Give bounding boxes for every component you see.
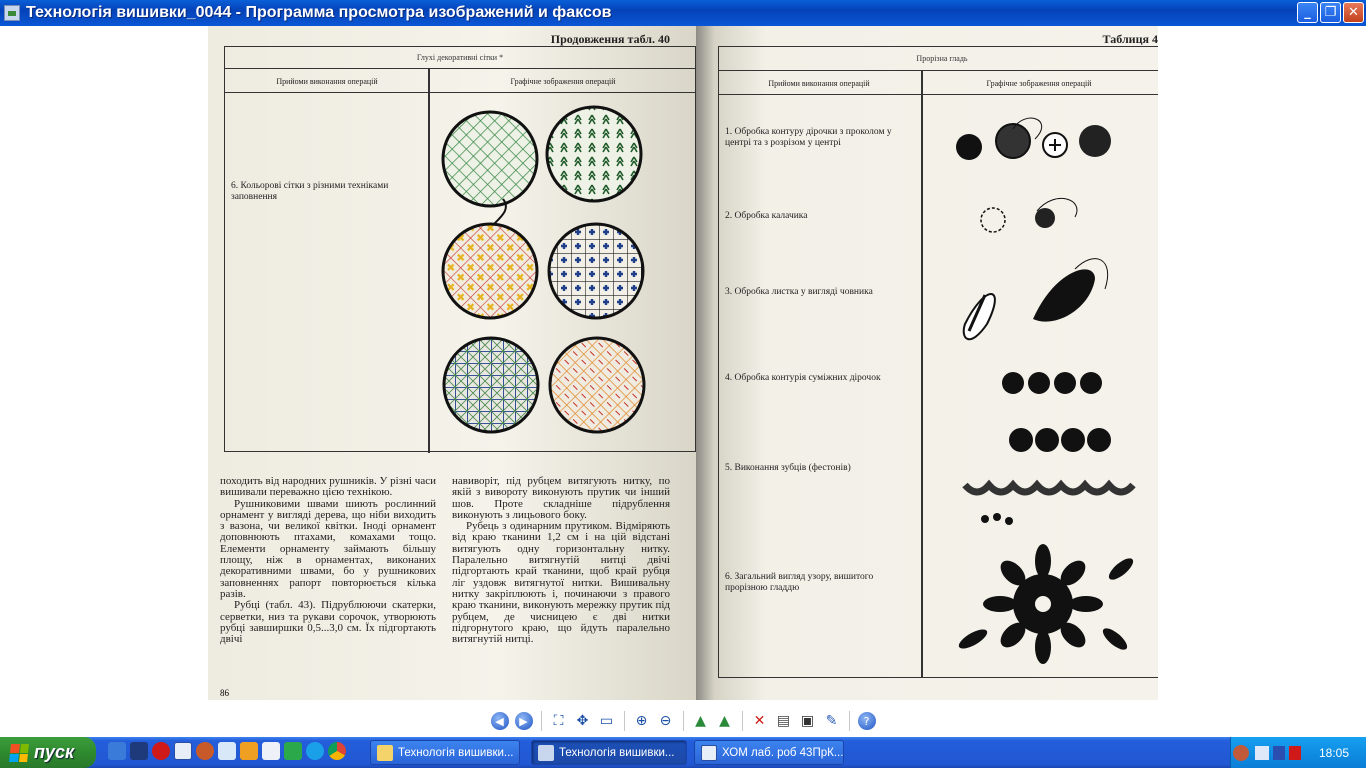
left-col2-header: Графічне зображення операцій (510, 77, 616, 86)
window-title: Технологія вишивки_0044 - Программа прос… (26, 4, 612, 21)
page-number: 86 (220, 688, 229, 698)
antivirus-icon[interactable] (1289, 745, 1301, 760)
taskbar-item[interactable]: Технологія вишивки... (370, 740, 520, 765)
cutwork-illustration (956, 117, 1136, 664)
rotate-cw-icon[interactable]: ▲ (690, 710, 712, 732)
image-viewer-icon (538, 744, 554, 761)
taskbar: пуск Технологія вишивки... Технологія ви… (0, 737, 1366, 768)
right-table-title: Прорізна гладь (719, 47, 1158, 71)
start-label: пуск (34, 742, 75, 762)
taskbar-item-active[interactable]: Технологія вишивки... (531, 740, 687, 765)
right-row-5: 5. Виконання зубців (фестонів) (725, 463, 851, 473)
zoom-in-icon[interactable]: ⊕ (631, 710, 653, 732)
slideshow-icon[interactable]: ▭ (596, 710, 618, 732)
zoom-out-icon[interactable]: ⊖ (655, 710, 677, 732)
right-row-6: 6. Загальний вигляд узору, вишитого прор… (725, 572, 874, 593)
restore-button[interactable]: ❐ (1320, 2, 1341, 23)
left-page: Продовження табл. 40 Глухі декоративні с… (208, 26, 696, 700)
best-fit-icon[interactable]: ⛶ (548, 710, 570, 732)
right-col2-header: Графічне зображення операцій (986, 79, 1092, 88)
ie-icon[interactable] (108, 742, 126, 760)
paragraph: Рушниковими швами шиють рослинний орнаме… (220, 497, 436, 600)
left-col1-header: Прийоми виконання операцій (276, 77, 378, 86)
system-tray: 18:05 (1230, 737, 1366, 768)
right-page: Таблиця 4 Прорізна гладь Прийоми виконан… (696, 26, 1158, 700)
clock[interactable]: 18:05 (1319, 746, 1349, 760)
viewer-toolbar: ◀ ▶ ⛶ ✥ ▭ ⊕ ⊖ ▲ ▲ ✕ ▤ ▣ ✎ ? (0, 706, 1366, 736)
delete-icon[interactable]: ✕ (749, 710, 771, 732)
prev-icon[interactable]: ◀ (490, 712, 509, 730)
left-body-col1: походить від народних рушників. У різні … (220, 475, 436, 646)
word-document-icon (701, 744, 717, 761)
print-icon[interactable]: ▤ (773, 710, 795, 732)
paragraph: навиворіт, під рубцем витягують нитку, п… (452, 475, 670, 521)
edit-icon[interactable]: ✎ (821, 710, 843, 732)
taskbar-item[interactable]: ХОМ лаб. роб 43ПрК... (694, 740, 844, 765)
minimize-button[interactable]: _ (1297, 2, 1318, 23)
shield-icon[interactable] (1273, 745, 1285, 760)
left-page-heading: Продовження табл. 40 (550, 32, 670, 46)
left-table: Глухі декоративні сітки * Прийоми викона… (224, 46, 696, 453)
image-viewer-icon (4, 5, 20, 21)
start-button[interactable]: пуск (0, 737, 96, 768)
media-icon[interactable] (130, 742, 148, 760)
right-row-3: 3. Обробка листка у вигляді човника (725, 287, 873, 297)
paragraph: Рубці (табл. 43). Підрублюючи скатерки, … (220, 599, 436, 646)
right-row-2: 2. Обробка калачика (725, 211, 808, 221)
player-icon[interactable] (240, 742, 258, 760)
browser-icon[interactable] (196, 742, 214, 760)
next-icon[interactable]: ▶ (514, 712, 533, 730)
scanned-image: Продовження табл. 40 Глухі декоративні с… (208, 26, 1158, 700)
network-icon[interactable] (284, 742, 302, 760)
folder-icon (377, 744, 393, 761)
actual-size-icon[interactable]: ✥ (572, 710, 594, 732)
windows-logo-icon (9, 743, 29, 762)
right-col1-header: Прийоми виконання операцій (768, 79, 870, 88)
net-patterns-illustration (441, 105, 646, 434)
right-table: Прорізна гладь Прийоми виконання операці… (718, 46, 1158, 678)
chrome-icon[interactable] (328, 742, 346, 760)
opera-icon[interactable] (152, 742, 170, 760)
close-button[interactable]: ✕ (1343, 2, 1364, 23)
skype-icon[interactable] (306, 742, 324, 760)
right-row-4: 4. Обробка контурія суміжних дірочок (725, 373, 881, 383)
quick-launch (108, 742, 346, 760)
left-row-text: 6. Кольорові сітки з різними техніками з… (231, 181, 389, 202)
paragraph: Рубець з одинарним прутиком. Відміряють … (452, 520, 670, 646)
tray-expand-icon[interactable] (1233, 744, 1249, 761)
right-page-heading: Таблиця 4 (1102, 32, 1158, 46)
calculator-icon[interactable] (218, 742, 236, 760)
window-controls: _ ❐ ✕ (1297, 2, 1364, 23)
right-row-1: 1. Обробка контуру дірочки з проколом у … (725, 127, 892, 148)
image-viewport[interactable]: Продовження табл. 40 Глухі декоративні с… (0, 26, 1366, 706)
paragraph: походить від народних рушників. У різні … (220, 475, 436, 499)
save-icon[interactable]: ▣ (797, 710, 819, 732)
left-table-title: Глухі декоративні сітки * (225, 47, 695, 69)
network-status-icon[interactable] (1255, 745, 1269, 760)
help-icon[interactable]: ? (857, 712, 876, 730)
notepad-icon[interactable] (262, 742, 280, 760)
word-icon[interactable] (174, 742, 192, 760)
title-bar: Технологія вишивки_0044 - Программа прос… (0, 0, 1366, 26)
rotate-ccw-icon[interactable]: ▲ (714, 710, 736, 732)
left-body-col2: навиворіт, під рубцем витягують нитку, п… (452, 475, 670, 646)
